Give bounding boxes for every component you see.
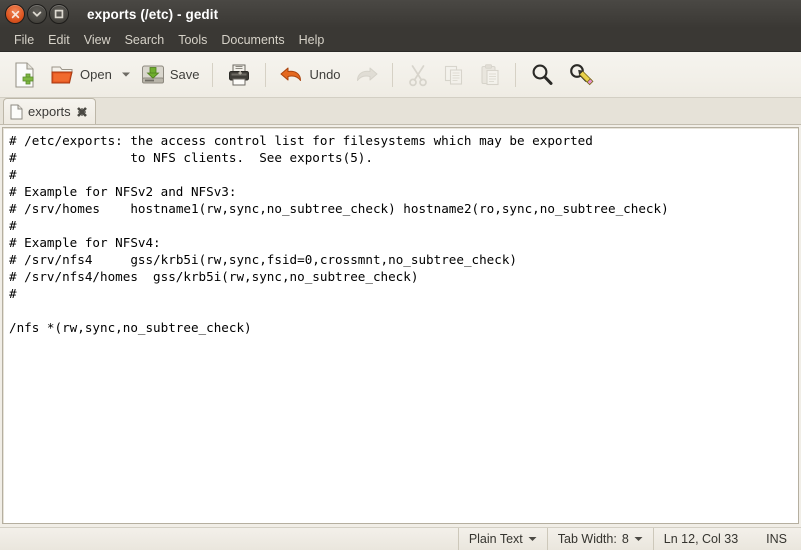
tab-label: exports	[28, 104, 71, 119]
toolbar-separator-3	[391, 62, 393, 87]
clipboard-icon	[480, 63, 499, 85]
document-icon	[10, 104, 23, 119]
cut-button[interactable]	[400, 56, 436, 94]
title-bar: exports (/etc) - gedit	[0, 0, 801, 28]
chevron-down-icon	[634, 537, 643, 541]
text-view-frame: # /etc/exports: the access control list …	[2, 127, 799, 524]
open-folder-icon	[51, 66, 73, 83]
toolbar-separator-2	[265, 62, 267, 87]
tab-width-label: Tab Width:	[557, 532, 617, 546]
language-selector[interactable]: Plain Text	[457, 528, 547, 550]
window-title: exports (/etc) - gedit	[87, 6, 219, 22]
save-icon	[141, 65, 164, 83]
cursor-position: Ln 12, Col 33	[652, 528, 748, 550]
gedit-window: exports (/etc) - gedit File Edit View Se…	[0, 0, 801, 550]
toolbar: Open Save Undo	[0, 52, 801, 98]
redo-button[interactable]	[347, 56, 385, 94]
find-replace-button[interactable]	[561, 56, 601, 94]
tab-exports[interactable]: exports	[3, 98, 96, 124]
copy-button[interactable]	[436, 56, 472, 94]
menu-item-documents[interactable]: Documents	[214, 31, 291, 49]
open-button-label: Open	[80, 67, 112, 82]
maximize-window-button[interactable]	[49, 4, 69, 24]
save-button-label: Save	[169, 67, 200, 82]
menu-item-edit[interactable]: Edit	[41, 31, 77, 49]
status-bar: Plain Text Tab Width: 8 Ln 12, Col 33 IN…	[0, 527, 801, 550]
menu-item-view[interactable]: View	[77, 31, 118, 49]
menu-item-tools[interactable]: Tools	[171, 31, 214, 49]
open-dropdown-button[interactable]	[118, 71, 134, 78]
language-label: Plain Text	[468, 532, 523, 546]
toolbar-separator-4	[514, 62, 516, 87]
text-editor[interactable]: # /etc/exports: the access control list …	[3, 128, 798, 336]
scissors-icon	[408, 64, 427, 86]
paste-button[interactable]	[472, 56, 508, 94]
find-replace-icon	[569, 63, 594, 85]
magnifier-icon	[532, 64, 553, 85]
tab-width-selector[interactable]: Tab Width: 8	[546, 528, 653, 550]
menu-item-search[interactable]: Search	[118, 31, 172, 49]
close-icon	[76, 106, 87, 117]
undo-button-label: Undo	[309, 67, 341, 82]
tab-bar: exports	[0, 98, 801, 125]
copy-icon	[444, 65, 462, 85]
window-controls	[0, 4, 69, 24]
find-button[interactable]	[523, 56, 561, 94]
square-icon	[54, 9, 64, 19]
insert-mode-indicator: INS	[748, 528, 801, 550]
menu-bar: File Edit View Search Tools Documents He…	[0, 28, 801, 52]
tab-close-button[interactable]	[76, 106, 88, 118]
chevron-down-icon	[121, 72, 130, 77]
undo-button[interactable]: Undo	[273, 56, 346, 94]
print-button[interactable]	[220, 56, 258, 94]
insert-mode-label: INS	[766, 532, 787, 546]
minimize-window-button[interactable]	[27, 4, 47, 24]
new-document-icon	[15, 61, 34, 88]
menu-item-help[interactable]: Help	[292, 31, 332, 49]
tab-width-value: 8	[621, 532, 629, 546]
menu-item-file[interactable]: File	[7, 31, 41, 49]
undo-arrow-icon	[280, 67, 302, 81]
chevron-down-icon	[32, 11, 42, 17]
new-document-button[interactable]	[6, 56, 44, 94]
close-icon	[11, 10, 19, 18]
redo-arrow-icon	[356, 67, 378, 81]
save-button[interactable]: Save	[134, 56, 206, 94]
toolbar-separator-1	[212, 62, 214, 87]
document-area: # /etc/exports: the access control list …	[0, 125, 801, 527]
chevron-down-icon	[528, 537, 537, 541]
close-window-button[interactable]	[5, 4, 25, 24]
print-icon	[229, 64, 250, 85]
open-button[interactable]: Open	[44, 56, 118, 94]
status-message-area	[0, 528, 458, 550]
